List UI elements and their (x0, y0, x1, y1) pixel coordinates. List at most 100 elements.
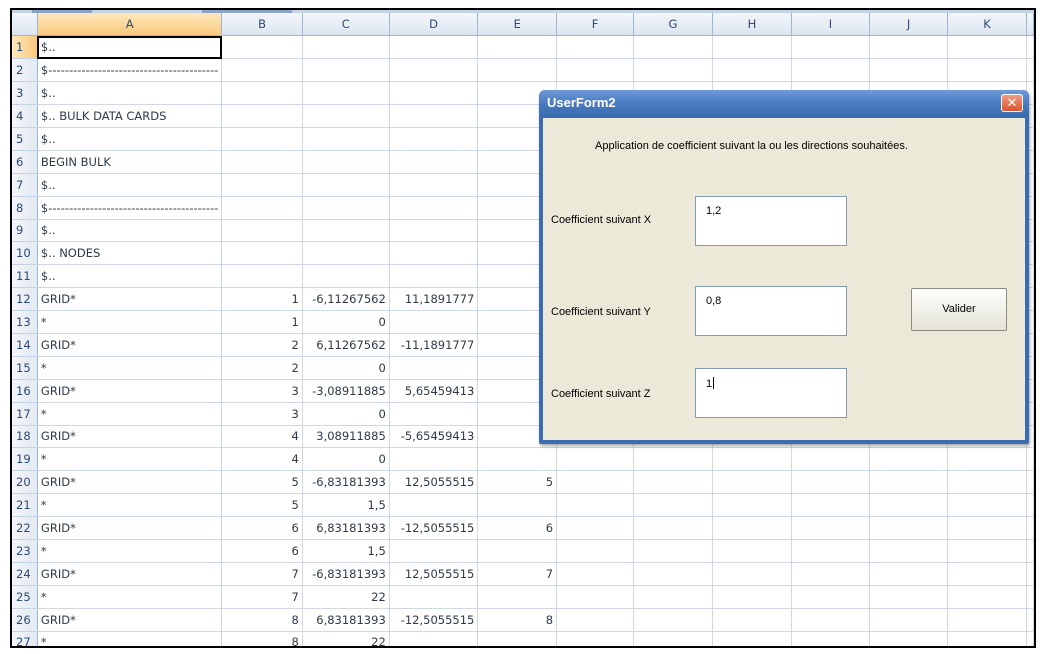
cell-a[interactable]: BEGIN BULK (37, 150, 223, 174)
cell-empty[interactable] (633, 58, 713, 83)
cell-empty[interactable] (947, 631, 1027, 646)
cell-empty[interactable] (556, 35, 634, 60)
cell-empty[interactable] (633, 470, 713, 495)
cell-d[interactable]: 11,1891777 (389, 287, 479, 312)
cell-a[interactable]: * (37, 402, 223, 426)
coefficient-z-input[interactable]: 1 (695, 368, 847, 418)
cell-e[interactable] (477, 35, 558, 60)
cell-a[interactable]: $.. BULK DATA CARDS (37, 104, 223, 128)
cell-d[interactable] (389, 35, 479, 60)
cell-b[interactable]: 5 (221, 493, 303, 518)
cell-a[interactable]: * (37, 539, 223, 563)
cell-d[interactable] (389, 447, 479, 472)
cell-empty[interactable] (869, 539, 949, 563)
row-header[interactable]: 2 (12, 58, 38, 83)
cell-a[interactable]: * (37, 585, 223, 609)
cell-empty[interactable] (633, 631, 713, 646)
cell-e[interactable] (477, 58, 558, 83)
cell-empty[interactable] (712, 35, 792, 60)
cell-empty[interactable] (633, 516, 713, 540)
column-header-a[interactable]: A (37, 13, 223, 37)
cell-c[interactable]: 22 (302, 585, 390, 609)
cell-empty[interactable] (633, 35, 713, 60)
cell-b[interactable]: 3 (221, 402, 303, 426)
cell-d[interactable] (389, 539, 479, 563)
row-header[interactable]: 21 (12, 493, 38, 518)
cell-b[interactable]: 7 (221, 562, 303, 586)
cell-d[interactable] (389, 264, 479, 289)
cell-d[interactable] (389, 631, 479, 646)
cell-c[interactable] (302, 150, 390, 174)
cell-b[interactable]: 1 (221, 310, 303, 334)
row-header[interactable]: 17 (12, 402, 38, 426)
cell-b[interactable]: 3 (221, 379, 303, 403)
cell-e[interactable] (477, 493, 558, 518)
cell-c[interactable]: 6,11267562 (302, 333, 390, 357)
cell-b[interactable]: 5 (221, 470, 303, 495)
cell-c[interactable] (302, 81, 390, 106)
cell-c[interactable]: 0 (302, 310, 390, 334)
cell-d[interactable]: -11,1891777 (389, 333, 479, 357)
cell-empty[interactable] (712, 539, 792, 563)
cell-empty[interactable] (556, 631, 634, 646)
cell-empty[interactable] (947, 58, 1027, 83)
cell-b[interactable]: 2 (221, 333, 303, 357)
cell-empty[interactable] (1026, 58, 1034, 83)
cell-empty[interactable] (633, 585, 713, 609)
row-header[interactable]: 23 (12, 539, 38, 563)
cell-empty[interactable] (556, 58, 634, 83)
cell-empty[interactable] (712, 493, 792, 518)
cell-empty[interactable] (947, 470, 1027, 495)
row-header[interactable]: 4 (12, 104, 38, 128)
row-header[interactable]: 27 (12, 631, 38, 646)
column-header-d[interactable]: D (389, 13, 479, 37)
cell-b[interactable] (221, 127, 303, 151)
cell-e[interactable]: 7 (477, 562, 558, 586)
column-header-h[interactable]: H (712, 13, 792, 37)
column-header-g[interactable]: G (633, 13, 713, 37)
cell-b[interactable]: 8 (221, 608, 303, 632)
cell-empty[interactable] (869, 35, 949, 60)
cell-c[interactable]: -6,83181393 (302, 470, 390, 495)
cell-empty[interactable] (633, 539, 713, 563)
cell-empty[interactable] (1026, 562, 1034, 586)
cell-empty[interactable] (712, 562, 792, 586)
cell-d[interactable]: -5,65459413 (389, 425, 479, 449)
cell-empty[interactable] (791, 470, 871, 495)
cell-empty[interactable] (556, 562, 634, 586)
cell-empty[interactable] (1026, 631, 1034, 646)
cell-empty[interactable] (712, 447, 792, 472)
row-header[interactable]: 16 (12, 379, 38, 403)
cell-empty[interactable] (712, 631, 792, 646)
cell-empty[interactable] (1026, 35, 1034, 60)
row-header[interactable]: 18 (12, 425, 38, 449)
cell-d[interactable] (389, 219, 479, 243)
dialog-titlebar[interactable]: UserForm2 ✕ (539, 90, 1029, 116)
cell-d[interactable] (389, 356, 479, 380)
row-header[interactable]: 3 (12, 81, 38, 106)
column-header-i[interactable]: I (791, 13, 871, 37)
cell-a[interactable]: * (37, 493, 223, 518)
cell-b[interactable] (221, 219, 303, 243)
cell-a[interactable]: $---------------------------------------… (37, 196, 223, 220)
cell-empty[interactable] (947, 608, 1027, 632)
cell-c[interactable] (302, 241, 390, 266)
cell-d[interactable] (389, 173, 479, 197)
cell-e[interactable]: 8 (477, 608, 558, 632)
cell-b[interactable] (221, 241, 303, 266)
column-header-l[interactable] (1026, 13, 1034, 37)
cell-empty[interactable] (869, 516, 949, 540)
cell-a[interactable]: * (37, 310, 223, 334)
cell-empty[interactable] (947, 493, 1027, 518)
valider-button[interactable]: Valider (911, 288, 1007, 331)
cell-c[interactable]: -6,83181393 (302, 562, 390, 586)
cell-b[interactable] (221, 81, 303, 106)
cell-d[interactable]: -12,5055515 (389, 516, 479, 540)
cell-b[interactable] (221, 196, 303, 220)
cell-a[interactable]: GRID* (37, 333, 223, 357)
cell-b[interactable]: 7 (221, 585, 303, 609)
cell-a[interactable]: GRID* (37, 470, 223, 495)
cell-empty[interactable] (791, 58, 871, 83)
cell-empty[interactable] (791, 631, 871, 646)
cell-empty[interactable] (791, 608, 871, 632)
